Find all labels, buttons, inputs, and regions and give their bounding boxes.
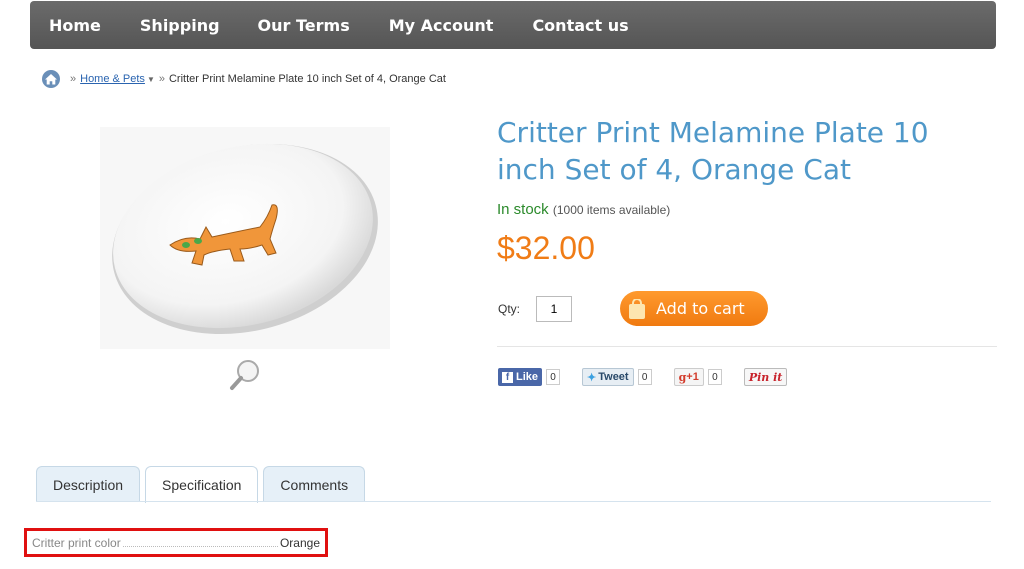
breadcrumb: » Home & Pets ▼ » Critter Print Melamine…	[42, 70, 446, 88]
tab-description[interactable]: Description	[36, 466, 141, 502]
chevron-down-icon[interactable]: ▼	[147, 75, 155, 84]
product-image[interactable]	[100, 127, 390, 349]
facebook-icon: f	[502, 371, 513, 383]
nav-contact-us[interactable]: Contact us	[532, 16, 628, 35]
social-buttons: f Like 0 ✦ Tweet 0 g +1 0 Pin it	[498, 367, 809, 387]
pin-it-label: Pin it	[748, 370, 783, 384]
tab-comments[interactable]: Comments	[263, 466, 366, 502]
quantity-input[interactable]	[536, 296, 572, 322]
breadcrumb-current: Critter Print Melamine Plate 10 inch Set…	[168, 73, 446, 85]
in-stock-label: In stock	[497, 201, 549, 218]
breadcrumb-separator: »	[158, 73, 165, 85]
specification-row: Critter print color Orange	[24, 528, 328, 557]
nav-our-terms[interactable]: Our Terms	[258, 16, 350, 35]
qty-label: Qty:	[498, 302, 521, 316]
facebook-like-button[interactable]: f Like	[498, 368, 543, 386]
google-plus-button[interactable]: g +1	[673, 368, 704, 386]
nav-home[interactable]: Home	[49, 16, 101, 35]
facebook-count: 0	[546, 369, 561, 385]
spec-key: Critter print color	[32, 535, 121, 550]
nav-my-account[interactable]: My Account	[389, 16, 494, 35]
google-plus-label: +1	[686, 371, 699, 383]
shopping-bag-icon	[629, 298, 645, 319]
spec-dot-leader	[122, 538, 278, 547]
stock-status: In stock (1000 items available)	[497, 201, 670, 218]
tweet-label: Tweet	[598, 371, 629, 383]
tabs-underline	[36, 501, 991, 502]
zoom-icon[interactable]	[228, 357, 264, 393]
breadcrumb-category-link[interactable]: Home & Pets	[80, 73, 145, 85]
google-plus-count: 0	[707, 369, 722, 385]
top-navigation: Home Shipping Our Terms My Account Conta…	[30, 1, 996, 49]
items-available: (1000 items available)	[552, 203, 671, 217]
add-to-cart-label: Add to cart	[656, 299, 745, 318]
facebook-like-label: Like	[516, 371, 539, 383]
google-plus-icon: g	[678, 370, 687, 384]
tweet-count: 0	[637, 369, 652, 385]
add-to-cart-button[interactable]: Add to cart	[620, 291, 768, 326]
tweet-button[interactable]: ✦ Tweet	[582, 368, 634, 386]
tab-specification[interactable]: Specification	[145, 466, 259, 503]
pinterest-pin-button[interactable]: Pin it	[743, 368, 788, 386]
divider	[497, 346, 997, 347]
twitter-bird-icon: ✦	[587, 371, 597, 384]
product-tabs: Description Specification Comments	[36, 466, 370, 503]
product-title: Critter Print Melamine Plate 10 inch Set…	[497, 116, 929, 186]
home-icon[interactable]	[42, 70, 60, 88]
breadcrumb-separator: »	[70, 73, 77, 85]
nav-shipping[interactable]: Shipping	[140, 16, 220, 35]
product-price: $32.00	[497, 230, 595, 266]
spec-value: Orange	[279, 535, 320, 550]
